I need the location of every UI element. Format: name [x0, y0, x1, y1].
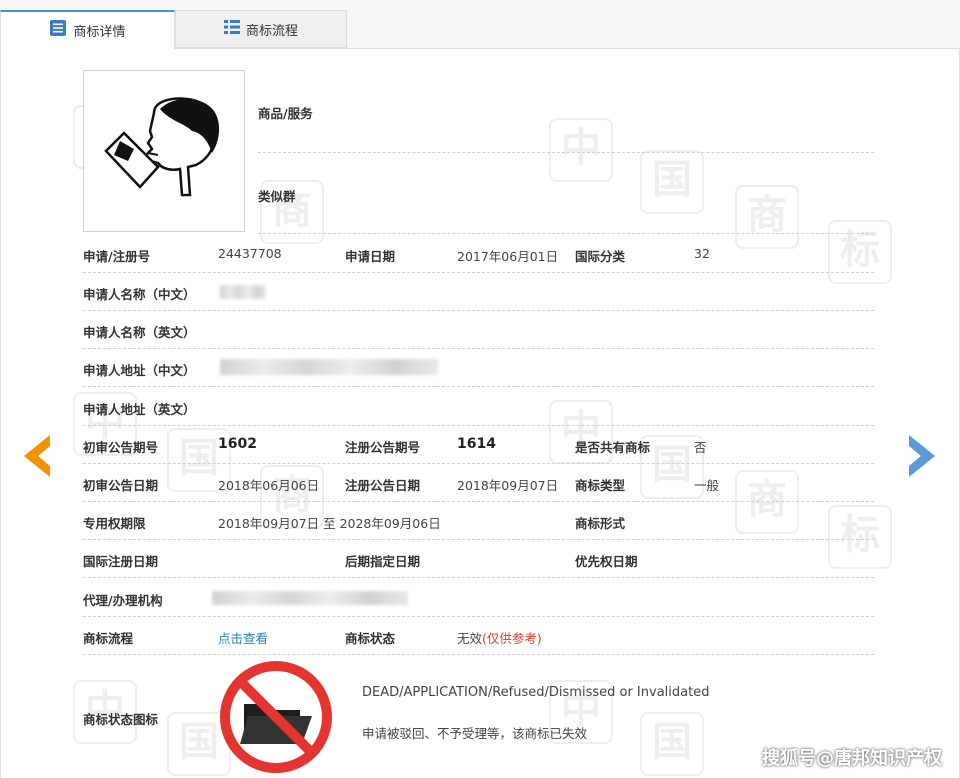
view-flow-link[interactable]: 点击查看 [218, 628, 268, 647]
international-class-value: 32 [694, 246, 710, 261]
next-arrow-icon[interactable] [905, 433, 939, 479]
application-number-label: 申请/注册号 [83, 249, 151, 264]
exclusive-period-label: 专用权期限 [83, 516, 146, 531]
priority-date-label: 优先权日期 [575, 554, 638, 569]
divider [258, 152, 874, 153]
trademark-status-label: 商标状态 [345, 631, 396, 646]
shared-mark-label: 是否共有商标 [575, 440, 651, 455]
international-class-label: 国际分类 [575, 249, 626, 264]
tab-trademark-flow[interactable]: 商标流程 [175, 10, 347, 48]
prohibited-folder-icon [218, 660, 334, 774]
preliminary-date-value: 2018年06月06日 [218, 478, 320, 493]
previous-arrow-icon[interactable] [20, 433, 54, 479]
application-date-value: 2017年06月01日 [457, 249, 559, 264]
document-list-icon [49, 19, 67, 41]
divider [83, 310, 874, 311]
status-text: 无效 [457, 631, 483, 646]
preliminary-issue-value: 1602 [218, 436, 257, 452]
tab-trademark-details[interactable]: 商标详情 [0, 10, 175, 49]
registration-date-value: 2018年09月07日 [457, 478, 559, 493]
status-description-cn: 申请被驳回、不予受理等，该商标已失效 [362, 726, 588, 741]
exclusive-period-value: 2018年09月07日 至 2028年09月06日 [218, 516, 441, 531]
application-date-label: 申请日期 [345, 249, 396, 264]
applicant-address-cn-label: 申请人地址（中文） [83, 363, 196, 378]
redacted-applicant-address [220, 359, 438, 375]
divider [83, 616, 874, 617]
redacted-applicant-name [220, 285, 266, 299]
shared-mark-value: 否 [694, 440, 707, 455]
similar-group-label: 类似群 [258, 189, 296, 204]
divider [83, 272, 874, 273]
agent-label: 代理/办理机构 [83, 593, 163, 608]
mark-form-label: 商标形式 [575, 516, 626, 531]
divider [83, 501, 874, 502]
divider [258, 233, 874, 234]
source-watermark: 搜狐号@唐邦知识产权 [762, 748, 942, 769]
applicant-name-en-label: 申请人名称（英文） [83, 325, 196, 340]
redacted-agent [212, 591, 408, 605]
divider [83, 577, 874, 578]
trademark-image [83, 70, 245, 232]
intl-registration-date-label: 国际注册日期 [83, 554, 159, 569]
trademark-flow-label: 商标流程 [83, 631, 134, 646]
tab-label: 商标详情 [73, 24, 126, 40]
divider [83, 386, 874, 387]
mark-type-value: 一般 [694, 478, 720, 493]
preliminary-date-label: 初审公告日期 [83, 478, 159, 493]
divider [83, 348, 874, 349]
divider [83, 539, 874, 540]
goods-services-label: 商品/服务 [258, 106, 313, 121]
applicant-address-en-label: 申请人地址（英文） [83, 402, 196, 417]
mark-type-label: 商标类型 [575, 478, 626, 493]
trademark-status-value: 无效(仅供参考) [457, 628, 542, 647]
application-number-value: 24437708 [218, 246, 282, 261]
divider [83, 425, 874, 426]
status-description-en: DEAD/APPLICATION/Refused/Dismissed or In… [362, 685, 710, 700]
list-icon [223, 19, 240, 39]
status-icon-label: 商标状态图标 [83, 712, 159, 727]
status-note: (仅供参考) [482, 631, 542, 646]
registration-issue-value: 1614 [457, 436, 496, 452]
later-designation-date-label: 后期指定日期 [345, 554, 421, 569]
applicant-name-cn-label: 申请人名称（中文） [83, 287, 196, 302]
preliminary-issue-label: 初审公告期号 [83, 440, 159, 455]
tab-label: 商标流程 [245, 23, 298, 39]
divider [83, 654, 874, 655]
registration-date-label: 注册公告日期 [345, 478, 421, 493]
registration-issue-label: 注册公告期号 [345, 440, 421, 455]
divider [83, 463, 874, 464]
tab-bar: 商标详情 商标流程 [0, 0, 960, 49]
